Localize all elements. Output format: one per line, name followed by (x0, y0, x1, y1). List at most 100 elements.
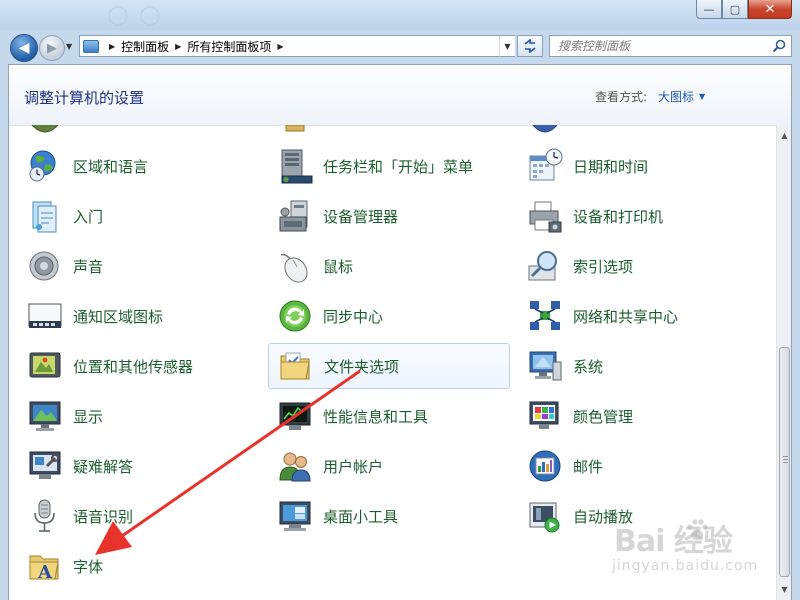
control-panel-item[interactable]: 区域和语言 (18, 143, 260, 189)
refresh-button[interactable] (517, 35, 543, 57)
control-panel-item[interactable]: 桌面小工具 (268, 493, 510, 539)
control-panel-item[interactable]: 语音识别 (18, 493, 260, 539)
breadcrumb-all-items[interactable]: 所有控制面板项 (187, 38, 271, 55)
calendar-clock-icon (527, 148, 563, 184)
control-panel-item-label: 文件夹选项 (324, 357, 400, 376)
control-panel-icon (83, 39, 99, 53)
breadcrumb-separator[interactable]: ▶ (277, 42, 283, 51)
control-panel-item-label: 区域和语言 (73, 157, 149, 176)
sync-icon (277, 298, 313, 334)
search-icon[interactable] (772, 39, 786, 53)
page-title: 调整计算机的设置 (24, 89, 145, 107)
control-panel-item-label: 通知区域图标 (73, 307, 164, 326)
recent-pages-icon[interactable]: ▼ (66, 42, 72, 51)
vertical-scrollbar[interactable]: ▲ ▼ (776, 125, 791, 600)
control-panel-item[interactable]: 性能信息和工具 (268, 393, 510, 439)
control-panel-item-label: 桌面小工具 (323, 507, 399, 526)
control-panel-item[interactable]: 鼠标 (268, 243, 510, 289)
taskbar-icon (277, 148, 313, 184)
control-panel-item[interactable]: 系统 (518, 343, 760, 389)
control-panel-item-label: 鼠标 (323, 257, 354, 276)
getting-started-icon (27, 198, 63, 234)
control-panel-item[interactable]: 位置和其他传感器 (18, 343, 260, 389)
control-panel-item[interactable]: 颜色管理 (518, 393, 760, 439)
control-panel-item-label: 索引选项 (573, 257, 634, 276)
close-button[interactable]: ✕ (748, 0, 792, 19)
notification-area-icon (27, 298, 63, 334)
baidu-watermark-logo: Bai 经验 jingyan.baidu.com (612, 512, 762, 588)
partial-icon (532, 125, 558, 133)
search-input[interactable] (558, 37, 768, 55)
panel-header: 调整计算机的设置 查看方式: 大图标 ▼ (9, 65, 791, 126)
control-panel-item-label: 字体 (73, 557, 104, 576)
view-mode-dropdown[interactable]: 大图标 ▼ (658, 88, 705, 105)
control-panel-item-label: 语音识别 (73, 507, 134, 526)
forward-button[interactable]: ▶ (39, 35, 65, 61)
refresh-icon (524, 39, 536, 53)
control-panel-item[interactable]: 通知区域图标 (18, 293, 260, 339)
microphone-icon (27, 498, 63, 534)
control-panel-item[interactable]: 用户帐户 (268, 443, 510, 489)
partial-icon (285, 125, 305, 132)
search-box[interactable] (549, 35, 792, 57)
breadcrumb-separator[interactable]: ▶ (109, 42, 115, 51)
control-panel-item-label: 显示 (73, 407, 104, 426)
sensor-icon (27, 348, 63, 384)
mouse-icon (277, 248, 313, 284)
minimize-button[interactable]: — (696, 0, 722, 19)
navigation-bar: ◀ ▶ ▼ ▶ 控制面板 ▶ 所有控制面板项 ▶ ▼ (0, 30, 800, 64)
printer-icon (527, 198, 563, 234)
user-accounts-icon (277, 448, 313, 484)
gadgets-icon (277, 498, 313, 534)
watermark-main: Bai 经验 (614, 524, 733, 559)
scroll-up-icon[interactable]: ▲ (777, 127, 791, 143)
control-panel-item[interactable]: 日期和时间 (518, 143, 760, 189)
back-button[interactable]: ◀ (10, 34, 38, 62)
performance-icon (277, 398, 313, 434)
control-panel-item[interactable]: 同步中心 (268, 293, 510, 339)
scroll-down-icon[interactable]: ▼ (777, 581, 791, 597)
speaker-icon (27, 248, 63, 284)
control-panel-item[interactable]: 文件夹选项 (268, 343, 510, 389)
control-panel-item[interactable]: 设备管理器 (268, 193, 510, 239)
paw-icon (687, 519, 708, 540)
troubleshooting-icon (27, 448, 63, 484)
control-panel-item[interactable]: 索引选项 (518, 243, 760, 289)
control-panel-item[interactable]: 设备和打印机 (518, 193, 760, 239)
control-panel-item[interactable]: 疑难解答 (18, 443, 260, 489)
control-panel-item[interactable]: A 字体 (18, 543, 260, 589)
control-panel-item[interactable]: 声音 (18, 243, 260, 289)
control-panel-item-label: 系统 (573, 357, 604, 376)
title-ghost (100, 4, 520, 26)
address-bar[interactable]: ▶ 控制面板 ▶ 所有控制面板项 ▶ (79, 35, 515, 57)
color-management-icon (527, 398, 563, 434)
address-dropdown-icon[interactable]: ▼ (499, 35, 515, 57)
breadcrumb-separator[interactable]: ▶ (175, 42, 181, 51)
svg-text:A: A (37, 562, 53, 583)
network-icon (527, 298, 563, 334)
control-panel-item-label: 颜色管理 (573, 407, 634, 426)
chevron-down-icon: ▼ (699, 92, 706, 101)
ghost-home-icon (140, 6, 160, 26)
partial-icon (31, 125, 59, 133)
control-panel-item-label: 设备管理器 (323, 207, 399, 226)
control-panel-item[interactable]: 入门 (18, 193, 260, 239)
control-panel-item-label: 网络和共享中心 (573, 307, 679, 326)
fonts-icon: A (27, 548, 63, 584)
control-panel-item[interactable]: 邮件 (518, 443, 760, 489)
control-panel-item-label: 性能信息和工具 (323, 407, 429, 426)
control-panel-item[interactable]: 任务栏和「开始」菜单 (268, 143, 510, 189)
control-panel-item[interactable]: 显示 (18, 393, 260, 439)
ghost-refresh-icon (108, 6, 128, 26)
breadcrumb-control-panel[interactable]: 控制面板 (121, 38, 169, 55)
window-titlebar: — ▢ ✕ (0, 0, 800, 30)
maximize-button[interactable]: ▢ (722, 0, 748, 19)
control-panel-item-label: 同步中心 (323, 307, 384, 326)
control-panel-item-label: 邮件 (573, 457, 604, 476)
control-panel-item-label: 疑难解答 (73, 457, 134, 476)
autoplay-icon (527, 498, 563, 534)
view-mode-value: 大图标 (658, 90, 695, 104)
control-panel-item[interactable]: 网络和共享中心 (518, 293, 760, 339)
scrollbar-thumb[interactable] (779, 347, 790, 577)
control-panel-item-label: 声音 (73, 257, 104, 276)
